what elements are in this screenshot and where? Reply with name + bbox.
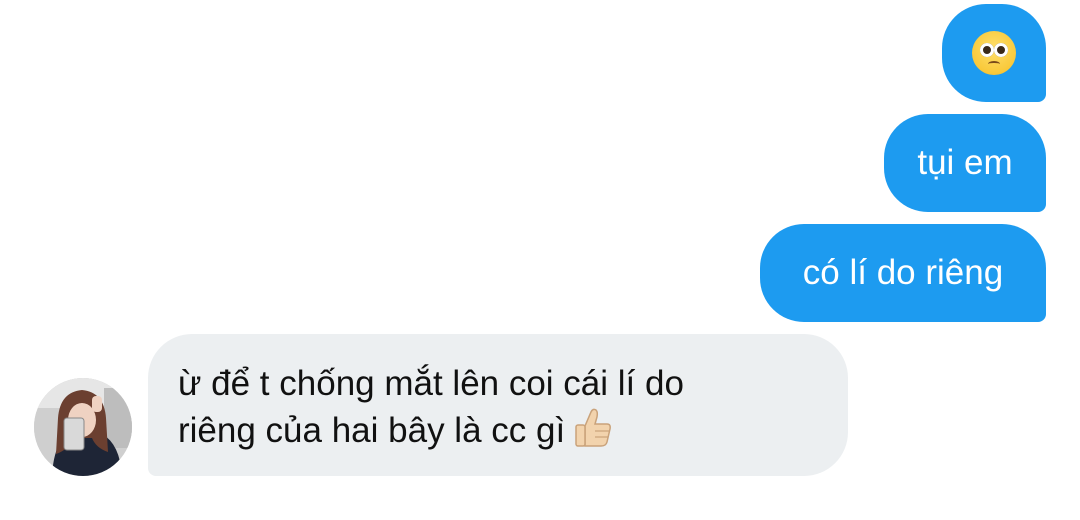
message-text: tụi em [917,143,1013,182]
message-text: có lí do riêng [802,253,1004,292]
message-text-line-2-text: riêng của hai bây là cc gì [178,411,566,450]
thumbs-up-icon [575,408,612,447]
message-text-line-1: ừ để t chống mắt lên coi cái lí do [178,364,684,403]
outgoing-message[interactable]: tụi em [884,114,1046,212]
sender-avatar[interactable] [34,378,132,476]
avatar-photo-icon [34,378,132,476]
message-text-line-2: riêng của hai bây là cc gì [178,406,818,453]
outgoing-message[interactable]: có lí do riêng [760,224,1046,322]
pleading-face-emoji-icon [972,31,1016,75]
outgoing-message-emoji[interactable] [942,4,1046,102]
incoming-message[interactable]: ừ để t chống mắt lên coi cái lí do riêng… [148,334,848,476]
